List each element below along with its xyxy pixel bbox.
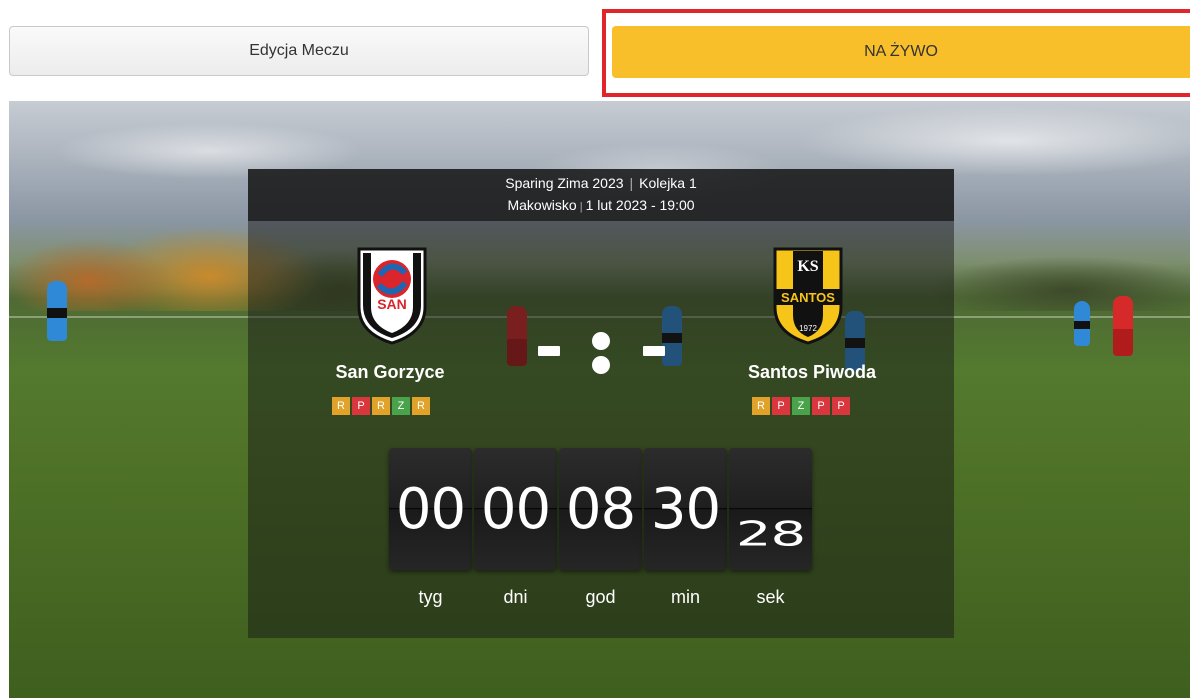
- form-badge: P: [832, 397, 850, 415]
- match-info-bar: Sparing Zima 2023 | Kolejka 1 Makowisko | 1 …: [248, 169, 954, 221]
- countdown-seconds: 28: [729, 448, 812, 570]
- form-badge: R: [752, 397, 770, 415]
- away-crest-top-text: KS: [797, 258, 818, 275]
- home-score-placeholder: [538, 346, 560, 356]
- live-tab[interactable]: NA ŻYWO: [612, 26, 1190, 78]
- kickoff-countdown: 00 00 08 30 28: [389, 448, 812, 570]
- edit-match-tab[interactable]: Edycja Meczu: [9, 26, 589, 76]
- venue-name: Makowisko: [507, 197, 577, 213]
- countdown-weeks: 00: [389, 448, 472, 570]
- countdown-hours: 08: [559, 448, 642, 570]
- form-badge: P: [772, 397, 790, 415]
- home-team-name: San Gorzyce: [335, 362, 445, 382]
- form-badge: P: [812, 397, 830, 415]
- competition-name: Sparing Zima 2023: [505, 175, 624, 191]
- live-tab-label: NA ŻYWO: [864, 43, 938, 60]
- home-team-form: R P R Z R: [332, 397, 430, 415]
- away-team-crest: KS SANTOS 1972: [773, 247, 843, 345]
- away-team-name: Santos Piwoda: [747, 362, 877, 382]
- countdown-unit-labels: tyg dni god min sek: [389, 587, 812, 608]
- unit-label-weeks: tyg: [418, 587, 443, 607]
- form-badge: R: [332, 397, 350, 415]
- unit-label-minutes: min: [670, 587, 700, 607]
- form-badge: R: [372, 397, 390, 415]
- score-separator-dot: [592, 332, 610, 350]
- away-team-form: R P Z P P: [752, 397, 850, 415]
- home-crest-text: SAN: [377, 296, 407, 312]
- away-score-placeholder: [643, 346, 665, 356]
- match-datetime: 1 lut 2023 - 19:00: [585, 197, 695, 213]
- score-separator-dot: [592, 356, 610, 374]
- form-badge: P: [352, 397, 370, 415]
- match-widget: Sparing Zima 2023 | Kolejka 1 Makowisko | 1 …: [248, 169, 954, 638]
- countdown-days: 00: [474, 448, 557, 570]
- unit-label-days: dni: [503, 587, 528, 607]
- away-crest-year: 1972: [799, 324, 817, 333]
- edit-match-tab-label: Edycja Meczu: [249, 42, 349, 59]
- form-badge: Z: [792, 397, 810, 415]
- unit-label-hours: god: [585, 587, 616, 607]
- player-figure: [47, 281, 67, 341]
- round-name: Kolejka 1: [639, 175, 697, 191]
- countdown-minutes: 30: [644, 448, 727, 570]
- unit-label-seconds: sek: [756, 587, 785, 607]
- form-badge: R: [412, 397, 430, 415]
- away-crest-text: SANTOS: [781, 290, 835, 305]
- player-figure: [1074, 301, 1090, 346]
- player-figure: [1113, 296, 1133, 356]
- form-badge: Z: [392, 397, 410, 415]
- home-team-crest: SAN: [357, 247, 427, 345]
